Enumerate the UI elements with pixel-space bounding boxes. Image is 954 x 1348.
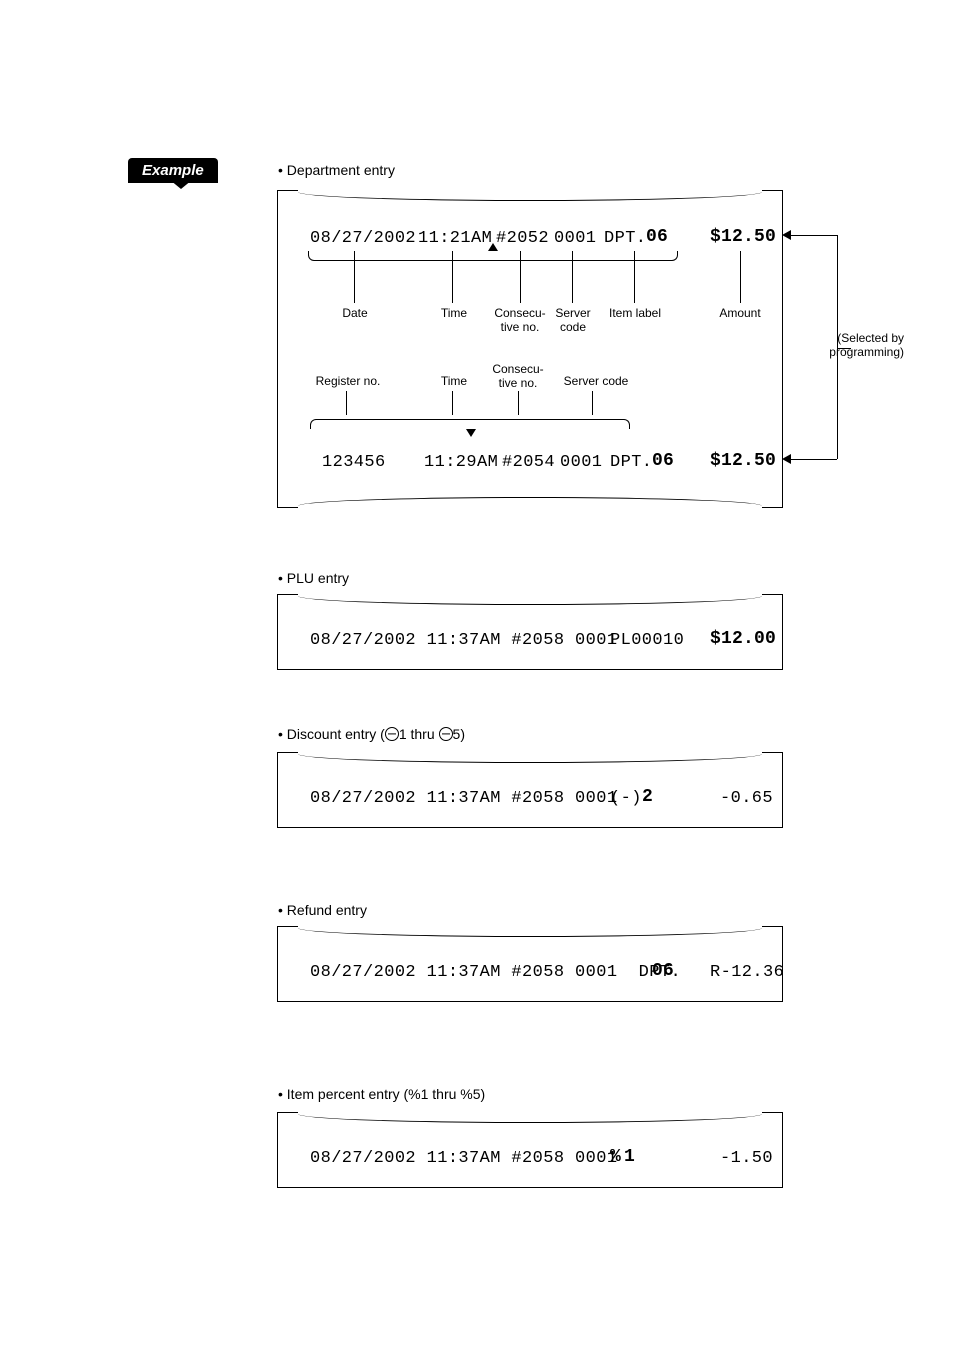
dept-row1-item-bold: 06 — [646, 227, 668, 247]
discount-prefix: 08/27/2002 11:37AM #2058 0001 — [310, 789, 639, 808]
label-server: Server code — [550, 307, 596, 335]
percent-amount: -1.50 — [720, 1149, 773, 1168]
section-title-department: • Department entry — [278, 162, 395, 178]
circled-minus-icon — [385, 727, 399, 741]
dept-row1-item: DPT. — [604, 229, 646, 248]
dept-row1-server: 0001 — [554, 229, 596, 248]
receipt-discount: 08/27/2002 11:37AM #2058 0001 (-) 2 -0.6… — [277, 752, 783, 828]
circled-minus-icon — [439, 727, 453, 741]
percent-prefix: 08/27/2002 11:37AM #2058 0001 — [310, 1149, 639, 1168]
dept-row2-register: 123456 — [322, 453, 386, 472]
discount-title-c: 5) — [453, 726, 465, 742]
dept-row2-server: 0001 — [560, 453, 602, 472]
dept-row2-consec: #2054 — [502, 453, 555, 472]
label-server2: Server code — [556, 375, 636, 389]
receipt-plu: 08/27/2002 11:37AM #2058 0001 PL00010 $1… — [277, 594, 783, 670]
dept-row1-time: 11:21AM — [418, 229, 492, 248]
discount-title-a: • Discount entry ( — [278, 726, 385, 742]
example-badge-tail — [170, 180, 192, 189]
discount-item-bold: 2 — [642, 787, 653, 807]
receipt-department-diagram: 08/27/2002 11:21AM #2052 0001 DPT. 06 $1… — [277, 190, 783, 508]
side-note-selected-by-programming: (Selected by programming) — [810, 332, 904, 360]
dept-row2-item-bold: 06 — [652, 451, 674, 471]
receipt-refund: 08/27/2002 11:37AM #2058 0001 DPT. 06 R-… — [277, 926, 783, 1002]
dept-row1-amount: $12.50 — [710, 227, 776, 247]
section-title-refund: • Refund entry — [278, 902, 367, 918]
percent-item: % — [610, 1147, 621, 1167]
dept-row1-date: 08/27/2002 — [310, 229, 416, 248]
receipt-percent: 08/27/2002 11:37AM #2058 0001 % 1 -1.50 — [277, 1112, 783, 1188]
discount-title-b: 1 thru — [399, 726, 439, 742]
refund-prefix: 08/27/2002 11:37AM #2058 0001 DPT. — [310, 963, 681, 982]
arrow-left-icon — [782, 454, 791, 464]
dept-row1-consec: #2052 — [496, 229, 549, 248]
section-title-plu: • PLU entry — [278, 570, 349, 586]
label-time: Time — [436, 307, 472, 321]
dept-row2-time: 11:29AM — [424, 453, 498, 472]
label-register: Register no. — [308, 375, 388, 389]
plu-amount: $12.00 — [710, 629, 776, 649]
label-time2: Time — [436, 375, 472, 389]
arrow-left-icon — [782, 230, 791, 240]
dept-row2-item: DPT. — [610, 453, 652, 472]
percent-item-bold: 1 — [624, 1147, 635, 1167]
label-amount: Amount — [714, 307, 766, 321]
label-item: Item label — [604, 307, 666, 321]
discount-item: (-) — [610, 789, 642, 808]
plu-item: PL00010 — [610, 631, 684, 650]
refund-amount: R-12.36 — [710, 963, 784, 982]
discount-amount: -0.65 — [720, 789, 773, 808]
refund-item-bold: 06 — [652, 961, 674, 981]
plu-prefix: 08/27/2002 11:37AM #2058 0001 — [310, 631, 639, 650]
label-consec2: Consecu- tive no. — [486, 363, 550, 391]
dept-row2-amount: $12.50 — [710, 451, 776, 471]
section-title-percent: • Item percent entry (%1 thru %5) — [278, 1086, 485, 1102]
section-title-discount: • Discount entry ( 1 thru 5) — [278, 726, 465, 742]
label-consec: Consecu- tive no. — [488, 307, 552, 335]
label-date: Date — [332, 307, 378, 321]
